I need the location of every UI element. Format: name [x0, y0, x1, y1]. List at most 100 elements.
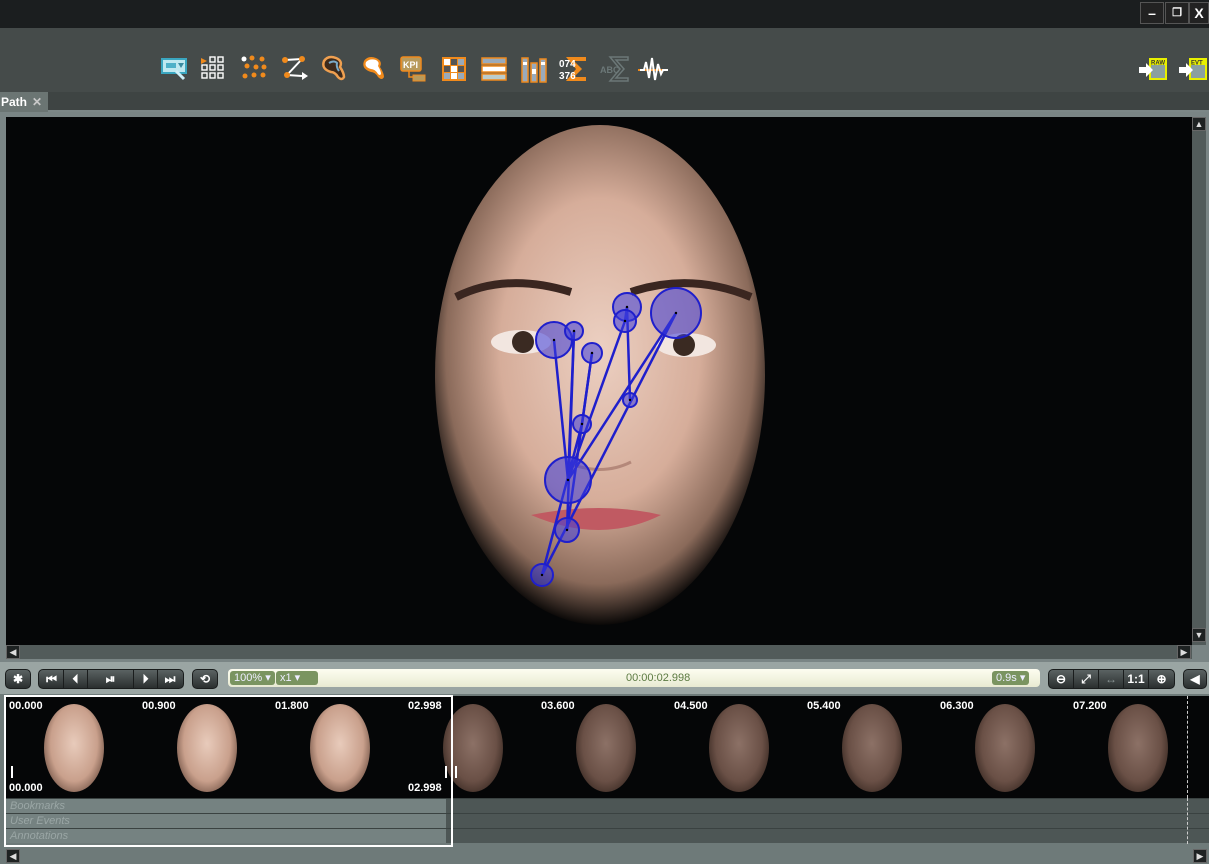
thumbnail	[842, 704, 902, 792]
end-marker	[1187, 696, 1188, 798]
signal-tool[interactable]	[638, 55, 668, 85]
last-frame-button[interactable]: ⏭	[158, 670, 182, 688]
gaze-overlay	[435, 125, 765, 625]
tab-path[interactable]: Path ✕	[0, 92, 48, 112]
statistics-tool[interactable]: 074 376	[558, 55, 588, 85]
thumbnail	[310, 704, 370, 792]
thumbnail	[975, 704, 1035, 792]
checker-icon	[442, 57, 466, 81]
end-marker-tracks	[1187, 798, 1188, 844]
scroll-right-button[interactable]: ▶	[1177, 645, 1191, 659]
selection-end-handle[interactable]	[445, 766, 447, 778]
interval-select[interactable]: 0.9s ▾	[992, 671, 1030, 685]
zoom-select[interactable]: 100% ▾	[230, 671, 275, 685]
title-bar: – ❐ X	[0, 0, 1209, 28]
svg-text:ABC: ABC	[600, 65, 620, 75]
stimulus-viewer[interactable]	[6, 117, 1192, 645]
grid-play-icon	[201, 56, 224, 79]
fixation-points-tool[interactable]	[240, 55, 270, 85]
thumbnail-strip[interactable]: 00.000 00.900 01.800 02.998 03.600 04.50…	[6, 696, 1209, 798]
scene-camera-tool[interactable]	[160, 55, 190, 85]
focus-map-tool[interactable]	[320, 55, 350, 85]
timeline-scrollbar[interactable]: ◀ ▶	[0, 848, 1209, 864]
svg-text:074: 074	[559, 59, 576, 70]
kpi-tool[interactable]: KPI	[400, 55, 430, 85]
close-button[interactable]: X	[1189, 2, 1209, 24]
toolbar: KPI 074 376 ABC RAW EVT	[0, 28, 1209, 92]
viewer-frame: ▲ ▼ ◀ ▶	[0, 112, 1209, 662]
export-evt-button[interactable]: EVT	[1178, 55, 1208, 85]
view-group: ⊖ ⤢ ↔ 1:1 ⊕	[1048, 669, 1175, 689]
minimize-button[interactable]: –	[1140, 2, 1164, 24]
export-raw-button[interactable]: RAW	[1138, 55, 1168, 85]
play-pause-button[interactable]: ⏯	[88, 670, 134, 688]
timeline-scroll-right[interactable]: ▶	[1193, 849, 1207, 863]
vertical-scrollbar[interactable]: ▲ ▼	[1192, 117, 1206, 645]
track-user-events[interactable]: User Events	[6, 813, 1209, 828]
tick-label: 00.900	[142, 700, 176, 712]
tick-label: 07.200	[1073, 700, 1107, 712]
next-frame-button[interactable]: ⏵	[134, 670, 158, 688]
selection-start-handle[interactable]	[11, 766, 13, 778]
scroll-down-button[interactable]: ▼	[1192, 628, 1206, 642]
mute-button[interactable]: ◀	[1183, 669, 1207, 689]
tab-close-icon[interactable]: ✕	[32, 95, 42, 109]
playhead-marker[interactable]	[455, 766, 457, 778]
path-icon	[282, 56, 308, 80]
time-bar[interactable]: 100% ▾ x1 ▾ 00:00:02.998 0.9s ▾	[228, 669, 1040, 687]
loop-button[interactable]: ⟲	[192, 669, 218, 689]
fixation-center	[590, 351, 594, 355]
tick-label: 06.300	[940, 700, 974, 712]
tick-label: 02.998	[408, 700, 442, 712]
first-frame-button[interactable]: ⏮	[40, 670, 64, 688]
selection-end-label: 02.998	[408, 782, 442, 794]
sequence-chart-tool[interactable]	[480, 55, 510, 85]
text-statistics-tool[interactable]: ABC	[600, 55, 630, 85]
waveform-icon	[638, 57, 668, 81]
face-image	[435, 125, 765, 625]
scroll-left-button[interactable]: ◀	[6, 645, 20, 659]
tick-label: 04.500	[674, 700, 708, 712]
bar-chart-tool[interactable]	[520, 55, 550, 85]
tick-label: 00.000	[9, 700, 43, 712]
gear-icon: ✱	[12, 672, 24, 686]
sigma-numbers-icon: 074376	[559, 57, 586, 82]
thumbnail	[709, 704, 769, 792]
tab-label: Path	[1, 95, 28, 109]
fit-button[interactable]: ⤢	[1074, 670, 1099, 688]
bars-vertical-icon	[521, 57, 547, 83]
abc-sigma-icon: ABC	[600, 56, 629, 82]
restore-button[interactable]: ❐	[1165, 2, 1189, 24]
actual-size-button[interactable]: 1:1	[1124, 670, 1149, 688]
zoom-out-button[interactable]: ⊖	[1049, 670, 1074, 688]
heat-map-tool[interactable]	[360, 55, 390, 85]
gaze-path-tool[interactable]	[280, 55, 310, 85]
tab-bar: Path ✕	[0, 92, 1209, 112]
fixation-center	[566, 478, 570, 482]
track-bookmarks[interactable]: Bookmarks	[6, 798, 1209, 813]
previous-frame-button[interactable]: ⏴	[64, 670, 88, 688]
grid-tool[interactable]	[200, 55, 230, 85]
scroll-up-button[interactable]: ▲	[1192, 117, 1206, 131]
tick-label: 05.400	[807, 700, 841, 712]
fixation-center	[580, 422, 584, 426]
timeline-scroll-left[interactable]: ◀	[6, 849, 20, 863]
stretch-button[interactable]: ↔	[1099, 670, 1124, 688]
fixation-center	[674, 311, 678, 315]
fixation-center	[552, 338, 556, 342]
thumbnail	[1108, 704, 1168, 792]
timeline[interactable]: 00.000 00.900 01.800 02.998 03.600 04.50…	[0, 694, 1209, 864]
track-annotations[interactable]: Annotations	[6, 828, 1209, 843]
zoom-in-button[interactable]: ⊕	[1149, 670, 1174, 688]
thumbnail	[576, 704, 636, 792]
settings-button[interactable]: ✱	[5, 669, 31, 689]
horizontal-scrollbar[interactable]: ◀ ▶	[6, 645, 1192, 659]
thumbnail	[44, 704, 104, 792]
export-evt-icon: EVT	[1179, 58, 1207, 80]
thumbnail	[177, 704, 237, 792]
svg-text:EVT: EVT	[1191, 61, 1203, 67]
speed-select[interactable]: x1 ▾	[276, 671, 318, 685]
fixation-center	[628, 398, 632, 402]
tick-label: 03.600	[541, 700, 575, 712]
aoi-grid-tool[interactable]	[440, 55, 470, 85]
